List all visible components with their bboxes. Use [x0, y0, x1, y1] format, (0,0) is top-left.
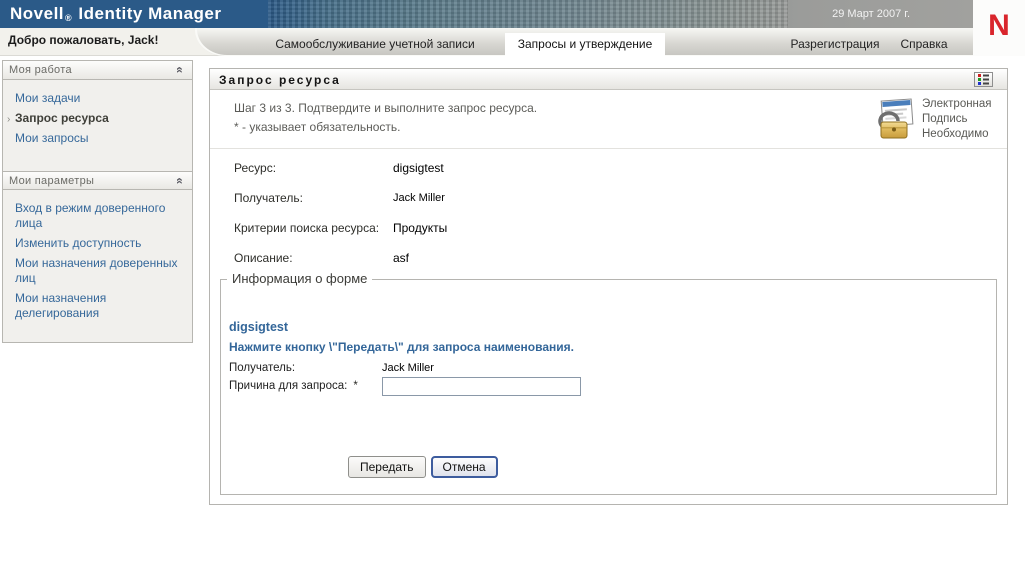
- submit-button[interactable]: Передать: [348, 456, 426, 478]
- sidebar-section-title: Моя работа: [9, 64, 72, 76]
- required-marker: *: [353, 380, 358, 392]
- summary-label: Критерии поиска ресурса:: [234, 221, 380, 235]
- page-title: Запрос ресурса: [219, 73, 341, 87]
- reason-label-wrap: Причина для запроса: *: [229, 380, 358, 392]
- brand-product: Identity Manager: [78, 4, 222, 23]
- summary-value: Jack Miller: [393, 192, 445, 204]
- form-buttons: Передать Отмена: [348, 456, 498, 478]
- brand-title: Novell® Identity Manager: [10, 4, 222, 24]
- form-information-fieldset: Информация о форме digsigtest Нажмите кн…: [220, 271, 997, 495]
- panel-title-bar: Запрос ресурса: [210, 69, 1007, 90]
- color-grid-icon: [978, 74, 989, 85]
- summary-value: digsigtest: [393, 161, 444, 175]
- sidebar-list-my-settings: Вход в режим доверенного лица Изменить д…: [3, 190, 192, 342]
- summary-row-search-criteria: Критерии поиска ресурса: Продукты: [210, 219, 1007, 249]
- sidebar-section-my-work: Моя работа «: [3, 61, 192, 80]
- sidebar-item-my-requests[interactable]: Мои запросы: [15, 131, 184, 146]
- esignature-icon: [873, 98, 917, 143]
- tab-logout[interactable]: Разрегистрация: [781, 28, 889, 56]
- registered-mark: ®: [65, 13, 73, 23]
- sidebar-section-title: Мои параметры: [9, 175, 95, 187]
- sidebar-item-proxy-assignments[interactable]: Мои назначения доверенных лиц: [15, 256, 184, 286]
- brand-name: Novell: [10, 4, 65, 23]
- form-instruction: Нажмите кнопку \"Передать\" для запроса …: [229, 340, 574, 354]
- header-texture: [268, 0, 788, 28]
- request-summary: Ресурс: digsigtest Получатель: Jack Mill…: [210, 149, 1007, 279]
- sidebar-item-my-tasks[interactable]: Мои задачи: [15, 91, 184, 106]
- sidebar-list-my-work: Мои задачи › Запрос ресурса Мои запросы: [3, 80, 192, 171]
- reason-input[interactable]: [382, 377, 581, 396]
- main-panel: Запрос ресурса Шаг 3 из 3. Подтвердите и…: [209, 68, 1008, 505]
- sidebar-item-resource-request[interactable]: › Запрос ресурса: [7, 111, 184, 126]
- tab-strip: Добро пожаловать, Jack! Самообслуживание…: [0, 28, 973, 56]
- top-header-bar: Novell® Identity Manager 29 Март 2007 г.: [0, 0, 973, 28]
- summary-row-recipient: Получатель: Jack Miller: [210, 189, 1007, 219]
- required-note: * - указывает обязательность.: [234, 120, 401, 134]
- recipient-value: Jack Miller: [382, 362, 434, 374]
- fieldset-legend: Информация о форме: [227, 271, 373, 286]
- esign-line: Подпись: [922, 113, 968, 125]
- sidebar-item-proxy-mode[interactable]: Вход в режим доверенного лица: [15, 201, 184, 231]
- summary-row-resource: Ресурс: digsigtest: [210, 159, 1007, 189]
- esign-line: Необходимо: [922, 128, 989, 140]
- sidebar-item-edit-availability[interactable]: Изменить доступность: [15, 236, 184, 251]
- step-instructions: Шаг 3 из 3. Подтвердите и выполните запр…: [234, 99, 537, 137]
- novell-n-icon: N: [988, 9, 1010, 42]
- summary-value: Продукты: [393, 221, 448, 235]
- form-resource-name: digsigtest: [229, 320, 289, 334]
- novell-logo: N: [973, 0, 1025, 56]
- summary-label: Описание:: [234, 251, 293, 265]
- summary-label: Ресурс:: [234, 161, 277, 175]
- sidebar: Моя работа « Мои задачи › Запрос ресурса …: [2, 60, 193, 343]
- wizard-header: Шаг 3 из 3. Подтвердите и выполните запр…: [210, 90, 1007, 149]
- esignature-required-text: Электронная Подпись Необходимо: [922, 97, 992, 142]
- tab-requests-and-approvals[interactable]: Запросы и утверждение: [505, 33, 665, 56]
- reason-label: Причина для запроса:: [229, 380, 348, 392]
- active-item-marker-icon: ›: [7, 114, 11, 125]
- tab-account-self-service[interactable]: Самообслуживание учетной записи: [250, 28, 500, 56]
- collapse-icon[interactable]: «: [172, 64, 188, 76]
- sidebar-section-my-settings: Мои параметры «: [3, 171, 192, 190]
- portlet-options-button[interactable]: [974, 72, 993, 87]
- tab-help[interactable]: Справка: [886, 28, 962, 56]
- esign-line: Электронная: [922, 98, 992, 110]
- cancel-button[interactable]: Отмена: [430, 456, 498, 478]
- summary-label: Получатель:: [234, 191, 303, 205]
- recipient-label: Получатель:: [229, 362, 296, 374]
- sidebar-item-delegate-assignments[interactable]: Мои назначения делегирования: [15, 291, 184, 321]
- sidebar-item-label: Запрос ресурса: [15, 111, 109, 125]
- current-date: 29 Март 2007 г.: [832, 8, 910, 20]
- summary-value: asf: [393, 251, 410, 265]
- collapse-icon[interactable]: «: [172, 175, 188, 187]
- welcome-message: Добро пожаловать, Jack!: [8, 33, 159, 47]
- step-line: Шаг 3 из 3. Подтвердите и выполните запр…: [234, 101, 538, 115]
